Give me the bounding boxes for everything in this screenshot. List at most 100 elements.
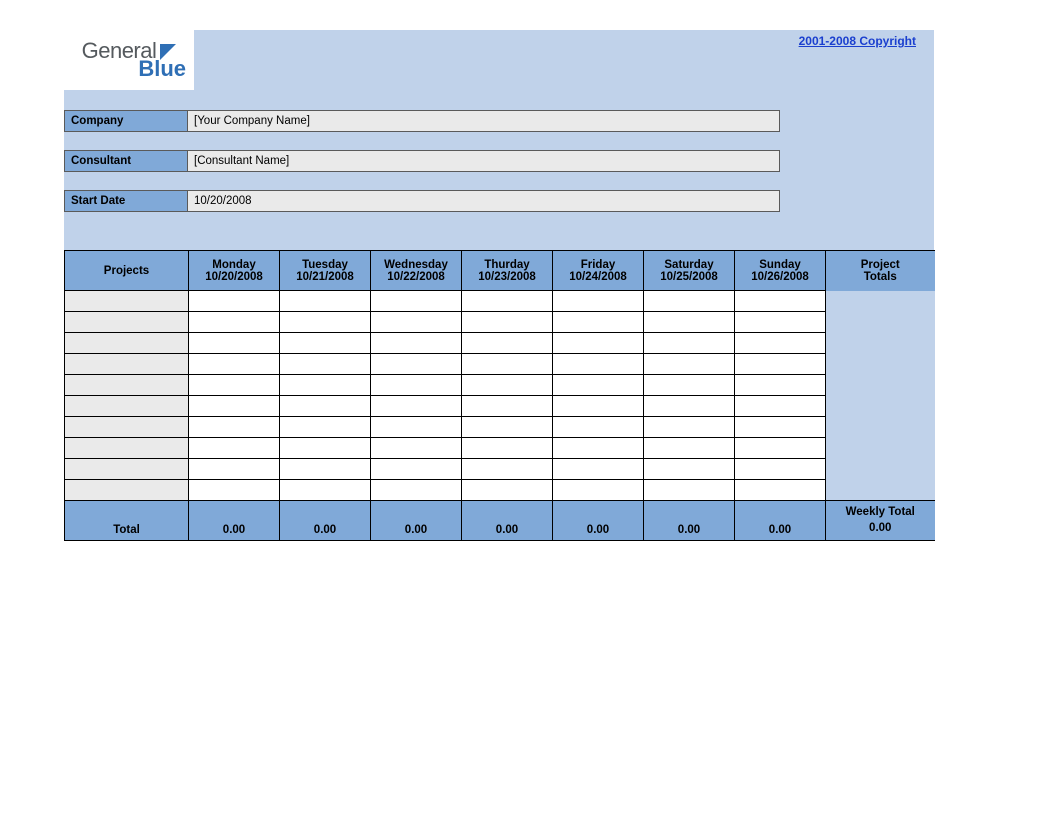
hours-cell[interactable]: [189, 480, 280, 501]
timesheet-grid: Projects Monday 10/20/2008 Tuesday 10/21…: [64, 230, 934, 541]
table-row: [65, 417, 935, 438]
hours-cell[interactable]: [280, 438, 371, 459]
hours-cell[interactable]: [189, 312, 280, 333]
header-bar: General Blue 2001-2008 Copyright: [64, 30, 934, 92]
hours-cell[interactable]: [280, 480, 371, 501]
hours-cell[interactable]: [189, 333, 280, 354]
hours-cell[interactable]: [553, 312, 644, 333]
hours-cell[interactable]: [644, 459, 735, 480]
startdate-row: Start Date 10/20/2008: [64, 190, 934, 212]
hours-cell[interactable]: [644, 354, 735, 375]
hours-cell[interactable]: [280, 291, 371, 312]
hours-cell[interactable]: [553, 291, 644, 312]
hours-cell[interactable]: [462, 396, 553, 417]
hours-cell[interactable]: [371, 417, 462, 438]
hours-cell[interactable]: [553, 438, 644, 459]
hours-cell[interactable]: [553, 417, 644, 438]
hours-cell[interactable]: [735, 375, 826, 396]
project-total-cell: [826, 312, 935, 333]
project-cell[interactable]: [65, 354, 189, 375]
info-block: Company [Your Company Name] Consultant […: [64, 92, 934, 212]
table-row: [65, 291, 935, 312]
hours-cell[interactable]: [462, 417, 553, 438]
consultant-input[interactable]: [Consultant Name]: [188, 150, 780, 172]
company-input[interactable]: [Your Company Name]: [188, 110, 780, 132]
hours-cell[interactable]: [462, 375, 553, 396]
hours-cell[interactable]: [280, 333, 371, 354]
hours-cell[interactable]: [462, 438, 553, 459]
hours-cell[interactable]: [280, 417, 371, 438]
hours-cell[interactable]: [371, 312, 462, 333]
hours-cell[interactable]: [280, 375, 371, 396]
hours-cell[interactable]: [371, 459, 462, 480]
hours-cell[interactable]: [735, 417, 826, 438]
hours-cell[interactable]: [644, 291, 735, 312]
hours-cell[interactable]: [462, 354, 553, 375]
hours-cell[interactable]: [735, 354, 826, 375]
hours-cell[interactable]: [644, 333, 735, 354]
hours-cell[interactable]: [371, 291, 462, 312]
hours-cell[interactable]: [553, 375, 644, 396]
copyright-link[interactable]: 2001-2008 Copyright: [799, 30, 934, 48]
hours-cell[interactable]: [462, 333, 553, 354]
hours-cell[interactable]: [371, 480, 462, 501]
startdate-label: Start Date: [64, 190, 188, 212]
hours-cell[interactable]: [553, 333, 644, 354]
project-cell[interactable]: [65, 291, 189, 312]
hours-cell[interactable]: [735, 438, 826, 459]
hours-cell[interactable]: [735, 396, 826, 417]
hours-cell[interactable]: [462, 312, 553, 333]
hours-cell[interactable]: [371, 354, 462, 375]
hours-cell[interactable]: [189, 438, 280, 459]
total-label: Total: [65, 501, 189, 541]
project-total-cell: [826, 396, 935, 417]
hours-cell[interactable]: [280, 354, 371, 375]
startdate-input[interactable]: 10/20/2008: [188, 190, 780, 212]
table-row: [65, 480, 935, 501]
hours-cell[interactable]: [371, 396, 462, 417]
hours-cell[interactable]: [735, 459, 826, 480]
hours-cell[interactable]: [462, 459, 553, 480]
hours-cell[interactable]: [189, 459, 280, 480]
table-row: [65, 312, 935, 333]
project-cell[interactable]: [65, 480, 189, 501]
hours-cell[interactable]: [280, 312, 371, 333]
project-cell[interactable]: [65, 333, 189, 354]
hours-cell[interactable]: [644, 438, 735, 459]
hours-cell[interactable]: [735, 312, 826, 333]
hours-cell[interactable]: [462, 480, 553, 501]
total-tuesday: 0.00: [280, 501, 371, 541]
hours-cell[interactable]: [644, 480, 735, 501]
project-cell[interactable]: [65, 438, 189, 459]
hours-cell[interactable]: [189, 417, 280, 438]
hours-cell[interactable]: [644, 417, 735, 438]
hours-cell[interactable]: [462, 291, 553, 312]
project-cell[interactable]: [65, 417, 189, 438]
hours-cell[interactable]: [371, 438, 462, 459]
hours-cell[interactable]: [735, 333, 826, 354]
hours-cell[interactable]: [735, 291, 826, 312]
hours-cell[interactable]: [189, 291, 280, 312]
total-sunday: 0.00: [735, 501, 826, 541]
hours-cell[interactable]: [189, 375, 280, 396]
hours-cell[interactable]: [371, 375, 462, 396]
project-cell[interactable]: [65, 312, 189, 333]
hours-cell[interactable]: [553, 480, 644, 501]
project-total-cell: [826, 354, 935, 375]
hours-cell[interactable]: [553, 354, 644, 375]
hours-cell[interactable]: [553, 396, 644, 417]
hours-cell[interactable]: [280, 396, 371, 417]
project-cell[interactable]: [65, 459, 189, 480]
table-row: [65, 333, 935, 354]
hours-cell[interactable]: [735, 480, 826, 501]
hours-cell[interactable]: [189, 354, 280, 375]
hours-cell[interactable]: [280, 459, 371, 480]
hours-cell[interactable]: [189, 396, 280, 417]
project-cell[interactable]: [65, 375, 189, 396]
hours-cell[interactable]: [644, 312, 735, 333]
hours-cell[interactable]: [371, 333, 462, 354]
hours-cell[interactable]: [644, 375, 735, 396]
hours-cell[interactable]: [553, 459, 644, 480]
project-cell[interactable]: [65, 396, 189, 417]
hours-cell[interactable]: [644, 396, 735, 417]
